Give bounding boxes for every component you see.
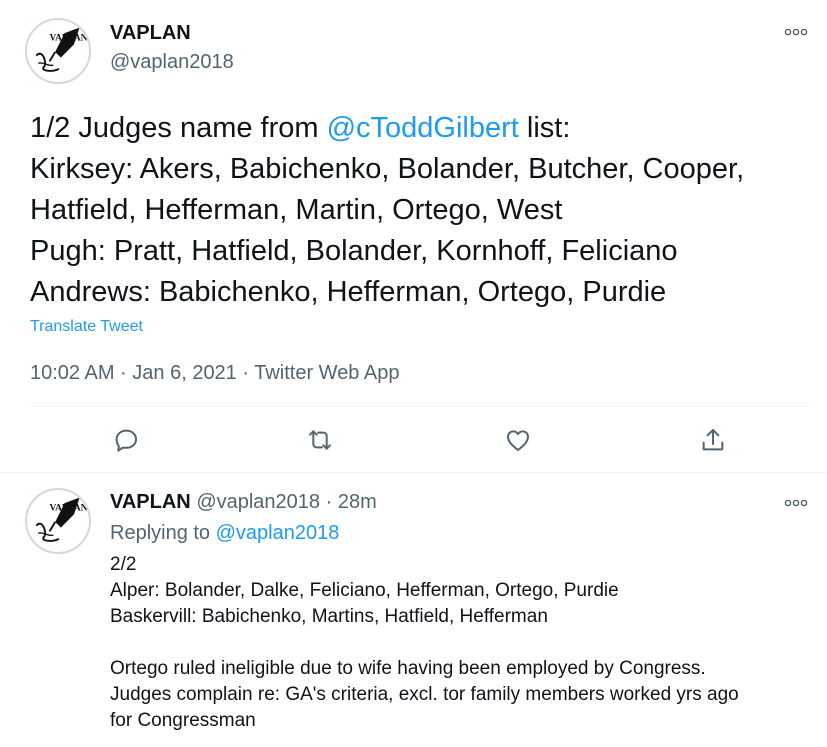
- fountain-pen-logo-icon: VAPLAN: [28, 491, 88, 551]
- user-handle[interactable]: @vaplan2018: [196, 491, 320, 513]
- reply-button[interactable]: [110, 424, 142, 456]
- heart-icon: [507, 430, 529, 451]
- tweet-text-suffix: list:: [518, 112, 571, 144]
- replying-to: Replying to @vaplan2018: [110, 522, 339, 545]
- replying-to-label: Replying to: [110, 522, 216, 544]
- mention-link[interactable]: @vaplan2018: [216, 522, 340, 544]
- tweet-text-body: Kirksey: Akers, Babichenko, Bolander, Bu…: [30, 153, 745, 308]
- reply-icon: [115, 429, 137, 452]
- translate-tweet-link[interactable]: Translate Tweet: [30, 318, 143, 336]
- tweet-text-prefix: 1/2 Judges name from: [30, 112, 327, 144]
- user-handle[interactable]: @vaplan2018: [110, 51, 234, 74]
- like-button[interactable]: [502, 424, 534, 456]
- more-dots-icon[interactable]: [784, 24, 808, 38]
- avatar[interactable]: VAPLAN: [25, 18, 91, 84]
- tweet-timestamp[interactable]: 10:02 AM · Jan 6, 2021 · Twitter Web App: [30, 362, 399, 385]
- reply-header: VAPLAN @vaplan2018 · 28m: [110, 491, 377, 514]
- fountain-pen-logo-icon: VAPLAN: [28, 21, 88, 81]
- tweet-text: 1/2 Judges name from @cTodd​Gilbert list…: [30, 108, 810, 313]
- tweet-text: 2/2 Alper: Bolander, Dalke, Feliciano, H…: [110, 554, 739, 731]
- separator-dot: ·: [320, 491, 338, 513]
- retweet-button[interactable]: [304, 424, 336, 456]
- display-name[interactable]: VAPLAN: [110, 22, 191, 45]
- share-button[interactable]: [697, 424, 729, 456]
- divider: [0, 472, 827, 473]
- avatar[interactable]: VAPLAN: [25, 488, 91, 554]
- more-dots-icon[interactable]: [784, 495, 808, 509]
- display-name[interactable]: VAPLAN: [110, 491, 191, 513]
- tweet-time[interactable]: 28m: [338, 491, 377, 513]
- divider: [30, 406, 810, 407]
- share-icon: [702, 429, 724, 451]
- retweet-icon: [309, 430, 331, 450]
- mention-link[interactable]: @cTodd​Gilbert: [327, 112, 519, 144]
